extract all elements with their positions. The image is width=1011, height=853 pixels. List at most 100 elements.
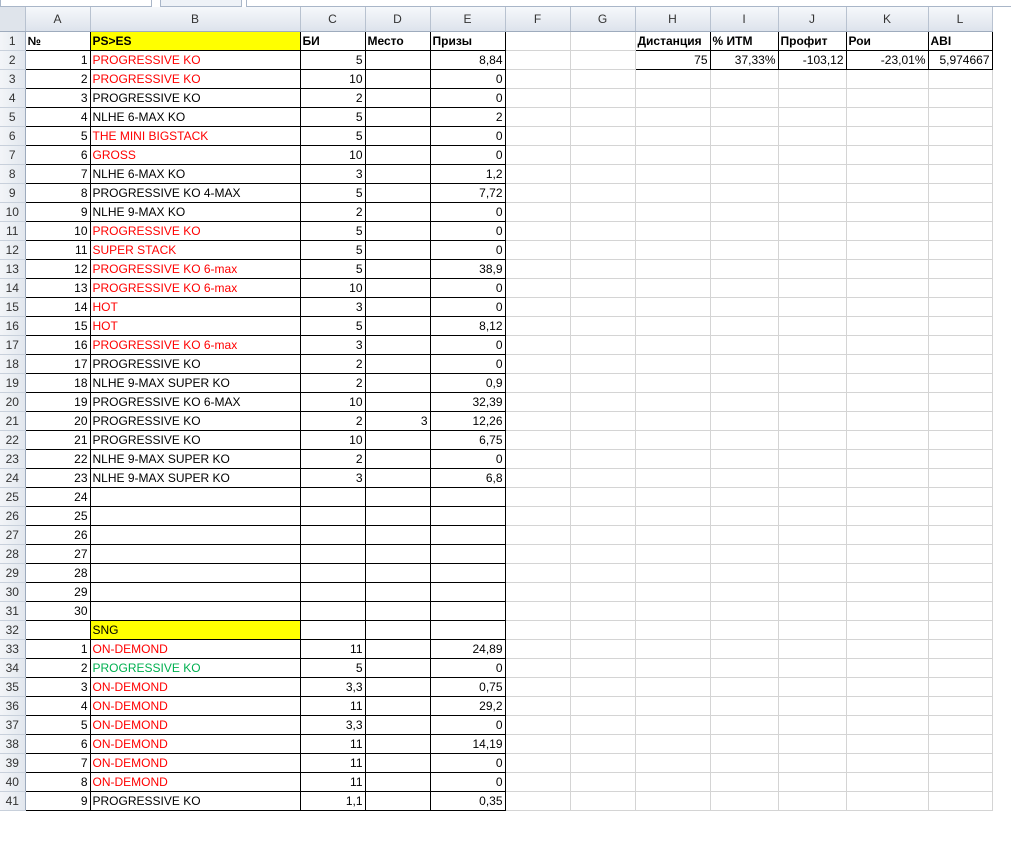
column-header-l[interactable]: L xyxy=(928,7,993,32)
cell-g27[interactable] xyxy=(570,525,636,545)
cell-h7[interactable] xyxy=(635,145,711,165)
cell-b7[interactable]: GROSS xyxy=(89,144,301,165)
cell-e17[interactable]: 0 xyxy=(429,334,506,355)
cell-h39[interactable] xyxy=(635,753,711,773)
cell-c19[interactable]: 2 xyxy=(299,372,366,393)
row-header[interactable]: 18 xyxy=(0,354,26,374)
cell-a5[interactable]: 4 xyxy=(24,106,91,127)
cell-e21[interactable]: 12,26 xyxy=(429,410,506,431)
cell-j32[interactable] xyxy=(778,620,847,640)
cell-l28[interactable] xyxy=(928,544,993,564)
cell-c41[interactable]: 1,1 xyxy=(299,790,366,811)
cell-f36[interactable] xyxy=(505,696,571,716)
cell-g37[interactable] xyxy=(570,715,636,735)
cell-i32[interactable] xyxy=(710,620,779,640)
cell-b12[interactable]: SUPER STACK xyxy=(89,239,301,260)
cell-h17[interactable] xyxy=(635,335,711,355)
cell-e31[interactable] xyxy=(429,600,506,621)
cell-i10[interactable] xyxy=(710,202,779,222)
cell-g13[interactable] xyxy=(570,259,636,279)
cell-k40[interactable] xyxy=(846,772,929,792)
cell-a34[interactable]: 2 xyxy=(24,657,91,678)
cell-g35[interactable] xyxy=(570,677,636,697)
row-header[interactable]: 6 xyxy=(0,126,26,146)
cell-f25[interactable] xyxy=(505,487,571,507)
row-header[interactable]: 20 xyxy=(0,392,26,412)
cell-k39[interactable] xyxy=(846,753,929,773)
cell-j17[interactable] xyxy=(778,335,847,355)
cell-k21[interactable] xyxy=(846,411,929,431)
row-header[interactable]: 12 xyxy=(0,240,26,260)
cell-a31[interactable]: 30 xyxy=(24,600,91,621)
cell-b20[interactable]: PROGRESSIVE KO 6-MAX xyxy=(89,391,301,412)
cell-a30[interactable]: 29 xyxy=(24,581,91,602)
cell-g8[interactable] xyxy=(570,164,636,184)
cell-l11[interactable] xyxy=(928,221,993,241)
cell-h25[interactable] xyxy=(635,487,711,507)
row-header[interactable]: 7 xyxy=(0,145,26,165)
cell-d24[interactable] xyxy=(364,467,431,488)
cell-a18[interactable]: 17 xyxy=(24,353,91,374)
cell-i26[interactable] xyxy=(710,506,779,526)
cell-l18[interactable] xyxy=(928,354,993,374)
row-header[interactable]: 9 xyxy=(0,183,26,203)
cell-c14[interactable]: 10 xyxy=(299,277,366,298)
cell-b9[interactable]: PROGRESSIVE KO 4-MAX xyxy=(89,182,301,203)
cell-a41[interactable]: 9 xyxy=(24,790,91,811)
cell-h27[interactable] xyxy=(635,525,711,545)
cell-f15[interactable] xyxy=(505,297,571,317)
cell-d12[interactable] xyxy=(364,239,431,260)
cell-a17[interactable]: 16 xyxy=(24,334,91,355)
cell-b36[interactable]: ON-DEMOND xyxy=(89,695,301,716)
cell-i16[interactable] xyxy=(710,316,779,336)
cell-e24[interactable]: 6,8 xyxy=(429,467,506,488)
cell-e14[interactable]: 0 xyxy=(429,277,506,298)
cell-a1[interactable]: № xyxy=(24,30,91,51)
cell-c26[interactable] xyxy=(299,505,366,526)
cell-j18[interactable] xyxy=(778,354,847,374)
cell-g34[interactable] xyxy=(570,658,636,678)
cell-l30[interactable] xyxy=(928,582,993,602)
cell-l35[interactable] xyxy=(928,677,993,697)
cell-j27[interactable] xyxy=(778,525,847,545)
cell-i36[interactable] xyxy=(710,696,779,716)
cell-h21[interactable] xyxy=(635,411,711,431)
cell-g11[interactable] xyxy=(570,221,636,241)
formula-buttons[interactable] xyxy=(160,0,242,7)
cell-h11[interactable] xyxy=(635,221,711,241)
cell-a25[interactable]: 24 xyxy=(24,486,91,507)
row-header[interactable]: 24 xyxy=(0,468,26,488)
select-all-corner[interactable] xyxy=(0,7,26,32)
cell-j41[interactable] xyxy=(778,791,847,811)
cell-i14[interactable] xyxy=(710,278,779,298)
cell-i9[interactable] xyxy=(710,183,779,203)
cell-d14[interactable] xyxy=(364,277,431,298)
column-header-d[interactable]: D xyxy=(365,7,431,32)
cell-c6[interactable]: 5 xyxy=(299,125,366,146)
cell-h38[interactable] xyxy=(635,734,711,754)
cell-k31[interactable] xyxy=(846,601,929,621)
cell-d2[interactable] xyxy=(364,49,431,70)
cell-g26[interactable] xyxy=(570,506,636,526)
cell-l38[interactable] xyxy=(928,734,993,754)
cell-d23[interactable] xyxy=(364,448,431,469)
cell-a27[interactable]: 26 xyxy=(24,524,91,545)
cell-a12[interactable]: 11 xyxy=(24,239,91,260)
cell-d13[interactable] xyxy=(364,258,431,279)
cell-b30[interactable] xyxy=(89,581,301,602)
cell-a21[interactable]: 20 xyxy=(24,410,91,431)
cell-j15[interactable] xyxy=(778,297,847,317)
cell-g12[interactable] xyxy=(570,240,636,260)
cell-c5[interactable]: 5 xyxy=(299,106,366,127)
cell-g17[interactable] xyxy=(570,335,636,355)
cell-b15[interactable]: HOT xyxy=(89,296,301,317)
cell-j28[interactable] xyxy=(778,544,847,564)
cell-g5[interactable] xyxy=(570,107,636,127)
row-header[interactable]: 1 xyxy=(0,31,26,51)
cell-e29[interactable] xyxy=(429,562,506,583)
cell-f30[interactable] xyxy=(505,582,571,602)
cell-i3[interactable] xyxy=(710,69,779,89)
cell-k13[interactable] xyxy=(846,259,929,279)
cell-i2[interactable]: 37,33% xyxy=(709,49,779,70)
cell-d32[interactable] xyxy=(364,619,431,640)
